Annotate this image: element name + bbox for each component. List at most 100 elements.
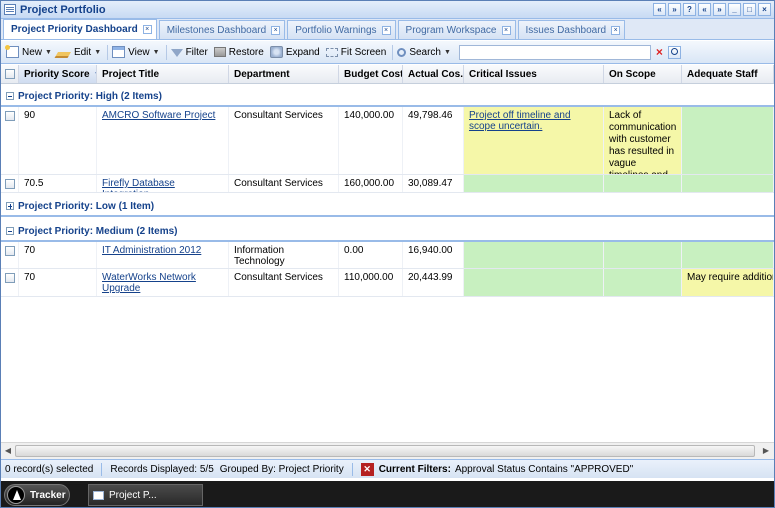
selected-count: 0 record(s) selected bbox=[5, 463, 94, 475]
project-link[interactable]: Firefly Database Integration bbox=[102, 178, 175, 192]
tab-close-icon[interactable]: × bbox=[142, 25, 152, 34]
search-input[interactable] bbox=[458, 44, 651, 60]
scroll-right-icon[interactable]: ▶ bbox=[760, 445, 772, 457]
column-header-on-scope[interactable]: On Scope bbox=[604, 65, 682, 83]
scroll-left-icon[interactable]: ◀ bbox=[2, 445, 14, 457]
edit-label: Edit bbox=[73, 46, 92, 58]
previous-button[interactable]: « bbox=[698, 3, 711, 16]
records-displayed: Records Displayed: 5/5 bbox=[110, 463, 214, 475]
search-icon bbox=[397, 47, 407, 57]
tab-bar: Project Priority Dashboard × Milestones … bbox=[1, 19, 774, 40]
tab-portfolio-warnings[interactable]: Portfolio Warnings × bbox=[287, 20, 396, 39]
column-header-priority-score[interactable]: Priority Score ▼ bbox=[19, 65, 97, 83]
pencil-icon bbox=[54, 46, 75, 58]
column-header-actual-cost[interactable]: Actual Cos... bbox=[403, 65, 464, 83]
fit-screen-button[interactable]: Fit Screen bbox=[324, 43, 391, 61]
next-button[interactable]: » bbox=[713, 3, 726, 16]
select-all-checkbox-cell bbox=[1, 65, 19, 83]
new-label: New bbox=[22, 46, 43, 58]
column-label: Budget Cost... bbox=[344, 68, 402, 80]
row-checkbox[interactable] bbox=[5, 273, 15, 283]
new-button[interactable]: New ▼ bbox=[4, 43, 56, 61]
row-checkbox-cell bbox=[1, 175, 19, 192]
tab-close-icon[interactable]: × bbox=[381, 25, 391, 35]
filter-button[interactable]: Filter bbox=[169, 43, 212, 61]
adequate-staff-cell bbox=[682, 242, 774, 268]
restore-icon bbox=[213, 47, 226, 57]
expand-group-icon[interactable] bbox=[6, 202, 14, 210]
tracker-start-button[interactable]: Tracker bbox=[4, 484, 70, 506]
adequate-staff-cell bbox=[682, 175, 774, 192]
scrollbar-thumb[interactable] bbox=[15, 445, 755, 457]
restore-button[interactable]: Restore bbox=[212, 43, 268, 61]
expand-button[interactable]: Expand bbox=[268, 43, 324, 61]
project-link[interactable]: AMCRO Software Project bbox=[102, 110, 215, 121]
tab-label: Issues Dashboard bbox=[525, 24, 607, 36]
maximize-button[interactable]: □ bbox=[743, 3, 756, 16]
chevron-down-icon: ▼ bbox=[45, 48, 52, 56]
table-row[interactable]: 70 IT Administration 2012 Information Te… bbox=[1, 242, 774, 269]
restore-label: Restore bbox=[228, 46, 264, 58]
clear-search-icon[interactable]: × bbox=[653, 46, 666, 59]
minimize-button[interactable]: _ bbox=[728, 3, 741, 16]
column-header-adequate-staff[interactable]: Adequate Staff bbox=[682, 65, 774, 83]
tracker-logo-icon bbox=[7, 486, 25, 504]
clear-filter-icon[interactable]: ✕ bbox=[360, 462, 374, 476]
collapse-left-button[interactable]: « bbox=[653, 3, 666, 16]
row-checkbox[interactable] bbox=[5, 246, 15, 256]
priority-score-cell: 90 bbox=[19, 107, 97, 174]
row-checkbox[interactable] bbox=[5, 111, 15, 121]
tab-issues-dashboard[interactable]: Issues Dashboard × bbox=[517, 20, 626, 39]
project-link[interactable]: WaterWorks Network Upgrade bbox=[102, 272, 196, 294]
view-icon bbox=[112, 46, 126, 58]
column-label: Actual Cos... bbox=[408, 68, 464, 80]
status-separator bbox=[351, 462, 353, 476]
tab-program-workspace[interactable]: Program Workspace × bbox=[397, 20, 516, 39]
taskbar-item-project-portfolio[interactable]: Project P... bbox=[88, 484, 203, 506]
close-button[interactable]: × bbox=[758, 3, 771, 16]
tab-milestones-dashboard[interactable]: Milestones Dashboard × bbox=[158, 20, 286, 39]
column-label: Department bbox=[234, 68, 290, 80]
column-header-department[interactable]: Department bbox=[229, 65, 339, 83]
tab-close-icon[interactable]: × bbox=[271, 25, 281, 35]
project-title-cell: IT Administration 2012 bbox=[97, 242, 229, 268]
project-title-cell: WaterWorks Network Upgrade bbox=[97, 269, 229, 296]
tracker-label: Tracker bbox=[30, 489, 66, 501]
column-header-budget-cost[interactable]: Budget Cost... bbox=[339, 65, 403, 83]
column-label: Critical Issues bbox=[469, 68, 537, 80]
table-row[interactable]: 70 WaterWorks Network Upgrade Consultant… bbox=[1, 269, 774, 297]
priority-score-cell: 70 bbox=[19, 269, 97, 296]
row-checkbox[interactable] bbox=[5, 179, 15, 189]
column-header-project-title[interactable]: Project Title bbox=[97, 65, 229, 83]
collapse-right-button[interactable]: » bbox=[668, 3, 681, 16]
tab-close-icon[interactable]: × bbox=[611, 25, 621, 35]
collapse-icon[interactable] bbox=[6, 92, 14, 100]
toolbar-separator bbox=[107, 44, 109, 60]
horizontal-scrollbar[interactable]: ◀ ▶ bbox=[1, 442, 774, 459]
help-button[interactable]: ? bbox=[683, 3, 696, 16]
tab-project-priority-dashboard[interactable]: Project Priority Dashboard × bbox=[3, 19, 157, 39]
view-button[interactable]: View ▼ bbox=[110, 43, 163, 61]
project-link[interactable]: IT Administration 2012 bbox=[102, 245, 201, 256]
filter-label: Filter bbox=[185, 46, 208, 58]
budget-cost-cell: 110,000.00 bbox=[339, 269, 403, 296]
search-menu-button[interactable]: Search ▼ bbox=[395, 43, 455, 61]
group-header-medium[interactable]: Project Priority: Medium (2 Items) bbox=[1, 222, 774, 242]
group-header-high[interactable]: Project Priority: High (2 Items) bbox=[1, 87, 774, 107]
tab-close-icon[interactable]: × bbox=[501, 25, 511, 35]
fit-screen-label: Fit Screen bbox=[340, 46, 387, 58]
select-all-checkbox[interactable] bbox=[5, 69, 15, 79]
critical-issue-link[interactable]: Project off timeline and scope uncertain… bbox=[469, 110, 571, 132]
actual-cost-cell: 16,940.00 bbox=[403, 242, 464, 268]
table-row[interactable]: 70.5 Firefly Database Integration Consul… bbox=[1, 175, 774, 193]
title-bar: Project Portfolio « » ? « » _ □ × bbox=[1, 1, 774, 19]
edit-button[interactable]: Edit ▼ bbox=[54, 43, 105, 61]
table-row[interactable]: 90 AMCRO Software Project Consultant Ser… bbox=[1, 107, 774, 175]
search-go-button[interactable] bbox=[667, 45, 681, 59]
collapse-icon[interactable] bbox=[6, 227, 14, 235]
actual-cost-cell: 20,443.99 bbox=[403, 269, 464, 296]
column-label: Priority Score bbox=[24, 68, 90, 80]
column-header-critical-issues[interactable]: Critical Issues bbox=[464, 65, 604, 83]
tab-label: Program Workspace bbox=[405, 24, 497, 36]
group-header-low[interactable]: Project Priority: Low (1 Item) bbox=[1, 197, 774, 217]
